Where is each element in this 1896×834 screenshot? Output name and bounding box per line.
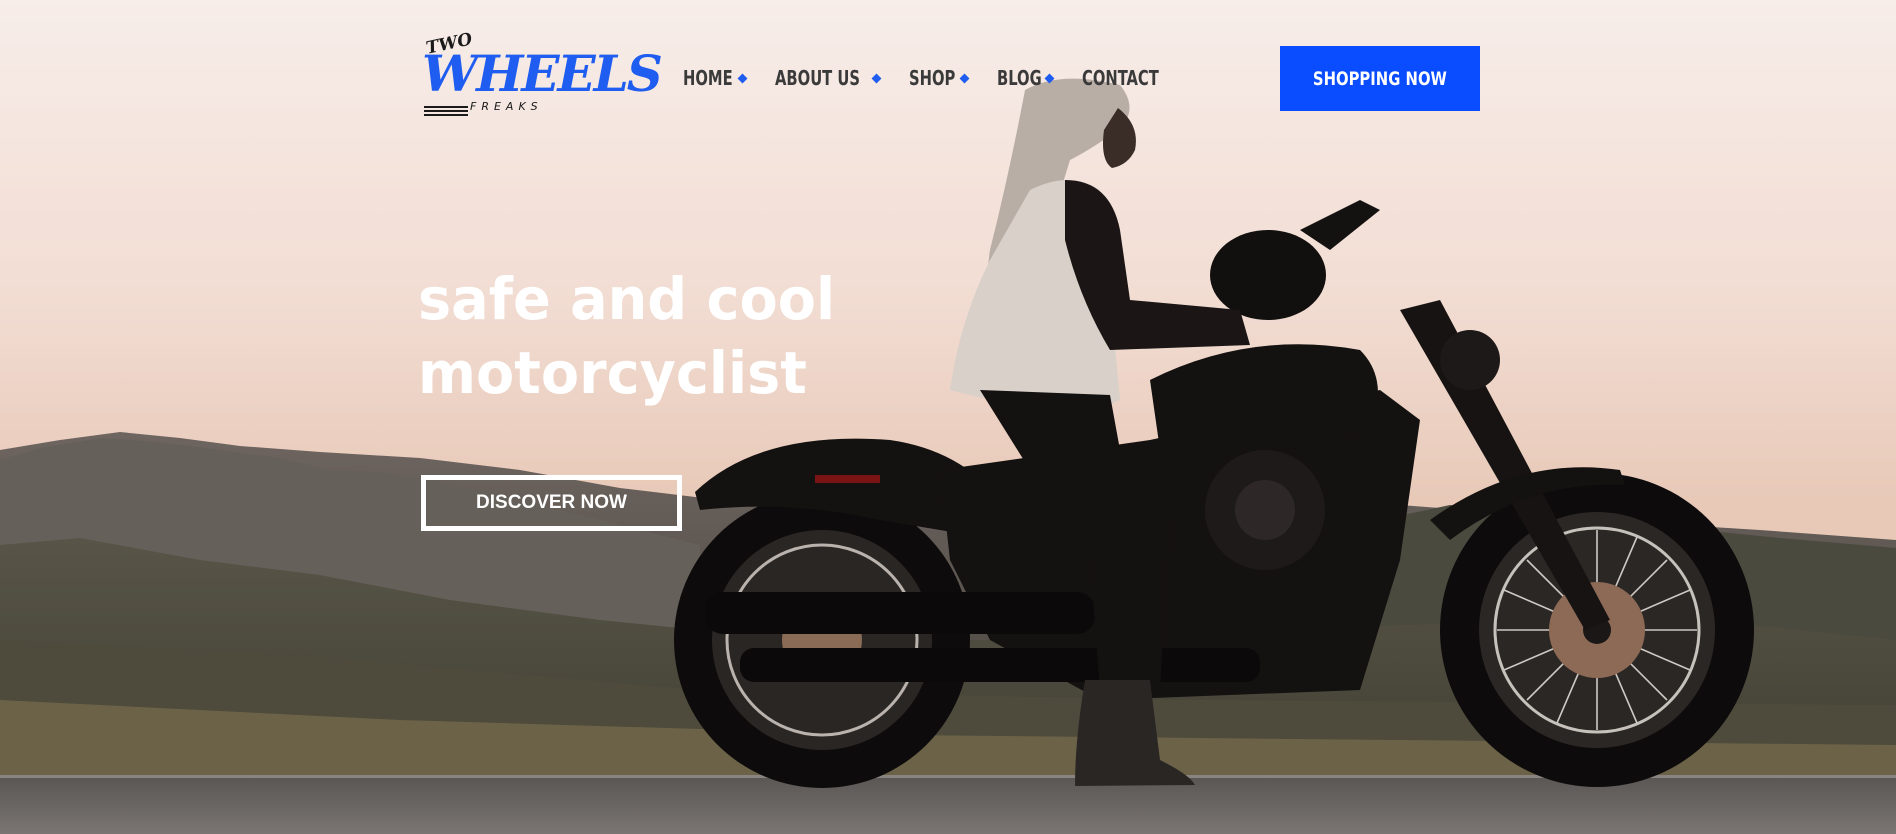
nav-separator-diamond-icon <box>871 73 882 83</box>
discover-now-button[interactable]: DISCOVER NOW <box>421 475 682 531</box>
nav-contact[interactable]: CONTACT <box>1082 66 1159 90</box>
site-logo[interactable]: TWO WHEELS FREAKS <box>422 29 663 124</box>
logo-main-text: WHEELS <box>422 44 663 103</box>
logo-sub-text: FREAKS <box>470 100 543 113</box>
nav-separator-diamond-icon <box>1044 73 1055 83</box>
shopping-now-button[interactable]: SHOPPING NOW <box>1280 46 1480 111</box>
hero-section: TWO WHEELS FREAKS HOME ABOUT US SHOP BLO… <box>0 0 1896 834</box>
nav-home[interactable]: HOME <box>683 66 733 90</box>
nav-blog[interactable]: BLOG <box>997 66 1042 90</box>
hero-headline: safe and cool motorcyclist <box>418 262 938 410</box>
nav-about-us[interactable]: ABOUT US <box>775 66 860 90</box>
nav-separator-diamond-icon <box>737 73 748 83</box>
hero-headline-line1: safe and cool <box>418 265 836 333</box>
hero-background-image <box>0 0 1896 834</box>
nav-shop[interactable]: SHOP <box>909 66 955 90</box>
shopping-now-label: SHOPPING NOW <box>1313 67 1447 90</box>
logo-speed-lines <box>424 106 468 118</box>
main-nav: HOME ABOUT US SHOP BLOG CONTACT <box>683 62 1176 94</box>
hero-headline-line2: motorcyclist <box>418 339 807 407</box>
nav-separator-diamond-icon <box>959 73 970 83</box>
